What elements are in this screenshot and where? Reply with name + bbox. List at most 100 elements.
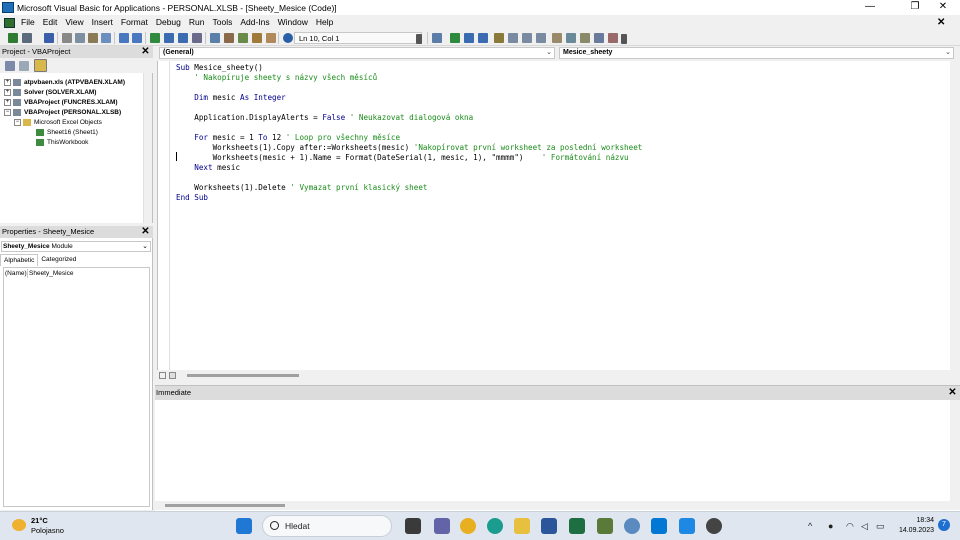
edit-toolbar-icon[interactable] — [432, 33, 442, 43]
tree-item-solver[interactable]: + Solver (SOLVER.XLAM) — [4, 88, 96, 98]
code-editor[interactable]: Sub Mesice_sheety() ' Nakopíruje sheety … — [157, 61, 950, 370]
reset-icon-2[interactable] — [478, 33, 488, 43]
step-into-icon[interactable] — [508, 33, 518, 43]
immediate-window-icon[interactable] — [566, 33, 576, 43]
code-line[interactable] — [176, 83, 642, 93]
immediate-pane-close-button[interactable]: ✕ — [947, 388, 958, 399]
code-margin[interactable] — [158, 61, 177, 370]
notification-badge[interactable]: 7 — [938, 519, 950, 531]
code-horizontal-scrollbar[interactable] — [157, 370, 950, 381]
save-icon[interactable] — [44, 33, 54, 43]
undo-icon[interactable] — [119, 33, 129, 43]
redo-icon[interactable] — [132, 33, 142, 43]
full-module-view-icon[interactable] — [169, 372, 176, 379]
paste-icon[interactable] — [88, 33, 98, 43]
call-stack-icon[interactable] — [608, 33, 618, 43]
object-dropdown[interactable]: (General) ⌄ — [159, 47, 555, 59]
code-line[interactable]: Dim mesic As Integer — [176, 93, 642, 103]
restore-button[interactable]: ❐ — [900, 0, 930, 15]
clock[interactable]: 18:34 14.09.2023 — [896, 516, 934, 536]
tree-item-thisworkbook[interactable]: ThisWorkbook — [36, 138, 88, 148]
project-explorer-icon[interactable] — [210, 33, 220, 43]
chrome-icon[interactable] — [460, 518, 476, 534]
taskbar-search[interactable]: Hledat — [262, 515, 392, 537]
menu-run[interactable]: Run — [185, 15, 209, 30]
object-browser-icon[interactable] — [238, 33, 248, 43]
view-object-icon[interactable] — [19, 61, 29, 71]
scroll-thumb[interactable] — [165, 504, 285, 507]
weather-icon[interactable] — [12, 519, 26, 531]
close-child-window-button[interactable]: ✕ — [937, 15, 945, 30]
settings-icon[interactable] — [706, 518, 722, 534]
menu-insert[interactable]: Insert — [88, 15, 117, 30]
toolbox-icon[interactable] — [252, 33, 262, 43]
code-line[interactable]: Application.DisplayAlerts = False ' Neuk… — [176, 113, 642, 123]
reset-icon[interactable] — [178, 33, 188, 43]
menu-file[interactable]: File — [17, 15, 39, 30]
code-line[interactable] — [176, 173, 642, 183]
run-icon[interactable] — [150, 33, 160, 43]
view-excel-icon[interactable] — [8, 33, 18, 43]
code-line[interactable]: Sub Mesice_sheety() — [176, 63, 642, 73]
code-line[interactable]: Worksheets(mesic + 1).Name = Format(Date… — [176, 153, 642, 163]
file-explorer-icon[interactable] — [514, 518, 530, 534]
code-line[interactable] — [176, 123, 642, 133]
menu-help[interactable]: Help — [312, 15, 337, 30]
property-row-name[interactable]: (Name) Sheety_Mesice — [4, 269, 149, 278]
step-out-icon[interactable] — [536, 33, 546, 43]
tree-item-atpvbaen[interactable]: + atpvbaen.xls (ATPVBAEN.XLAM) — [4, 78, 125, 88]
wifi-icon[interactable]: ◠ — [846, 521, 854, 532]
tab-alphabetic[interactable]: Alphabetic — [0, 254, 39, 266]
code-line[interactable]: For mesic = 1 To 12 ' Loop pro všechny m… — [176, 133, 642, 143]
step-over-icon[interactable] — [522, 33, 532, 43]
app-icon[interactable] — [597, 518, 613, 534]
project-scrollbar[interactable] — [143, 73, 152, 223]
task-view-icon[interactable] — [405, 518, 421, 534]
tab-categorized[interactable]: Categorized — [38, 254, 79, 266]
toggle-breakpoint-icon[interactable] — [494, 33, 504, 43]
collapse-icon[interactable]: − — [4, 108, 11, 116]
code-line[interactable]: Worksheets(1).Delete ' Vymazat první kla… — [176, 183, 642, 193]
properties-window-icon[interactable] — [224, 33, 234, 43]
properties-pane-close-button[interactable]: ✕ — [140, 227, 151, 238]
copy-icon[interactable] — [75, 33, 85, 43]
tree-item-funcres[interactable]: + VBAProject (FUNCRES.XLAM) — [4, 98, 118, 108]
microphone-icon[interactable]: ● — [828, 521, 833, 531]
code-line[interactable]: Next mesic — [176, 163, 642, 173]
minimize-button[interactable]: — — [855, 0, 885, 15]
excel-icon[interactable] — [569, 518, 585, 534]
view-code-icon[interactable] — [5, 61, 15, 71]
code-line[interactable]: Worksheets(1).Copy after:=Worksheets(mes… — [176, 143, 643, 153]
immediate-window[interactable]: Immediate ✕ — [155, 385, 960, 511]
scroll-thumb[interactable] — [187, 374, 299, 377]
procedure-dropdown[interactable]: Mesice_sheety ⌄ — [559, 47, 954, 59]
break-icon[interactable] — [164, 33, 174, 43]
battery-icon[interactable]: ▭ — [876, 521, 885, 532]
locals-window-icon[interactable] — [552, 33, 562, 43]
design-mode-icon[interactable] — [192, 33, 202, 43]
menu-view[interactable]: View — [61, 15, 87, 30]
tree-item-sheet16[interactable]: Sheet16 (Sheet1) — [36, 128, 98, 138]
tree-item-personal[interactable]: − VBAProject (PERSONAL.XLSB) — [4, 108, 121, 118]
toolbar-overflow-icon[interactable] — [416, 34, 422, 44]
code-vertical-scrollbar[interactable] — [950, 61, 960, 370]
control-icon[interactable] — [266, 33, 276, 43]
menu-edit[interactable]: Edit — [39, 15, 62, 30]
tree-item-excel-objects[interactable]: − Microsoft Excel Objects — [14, 118, 102, 128]
code-text[interactable]: Sub Mesice_sheety() ' Nakopíruje sheety … — [176, 63, 642, 203]
insert-module-icon[interactable] — [22, 33, 32, 43]
weather-widget[interactable]: 21°C Polojasno — [31, 516, 64, 536]
collapse-icon[interactable]: − — [14, 118, 21, 126]
start-icon[interactable] — [236, 518, 252, 534]
toolbar-overflow-icon-2[interactable] — [621, 34, 627, 44]
chevron-up-icon[interactable]: ^ — [808, 521, 812, 531]
pen-app-icon[interactable] — [679, 518, 695, 534]
find-icon[interactable] — [101, 33, 111, 43]
word-icon[interactable] — [541, 518, 557, 534]
code-line[interactable] — [176, 103, 642, 113]
code-line[interactable]: End Sub — [176, 193, 642, 203]
excel-view-icon[interactable] — [4, 17, 15, 28]
break-icon-2[interactable] — [464, 33, 474, 43]
menu-tools[interactable]: Tools — [208, 15, 236, 30]
watch-window-icon[interactable] — [580, 33, 590, 43]
